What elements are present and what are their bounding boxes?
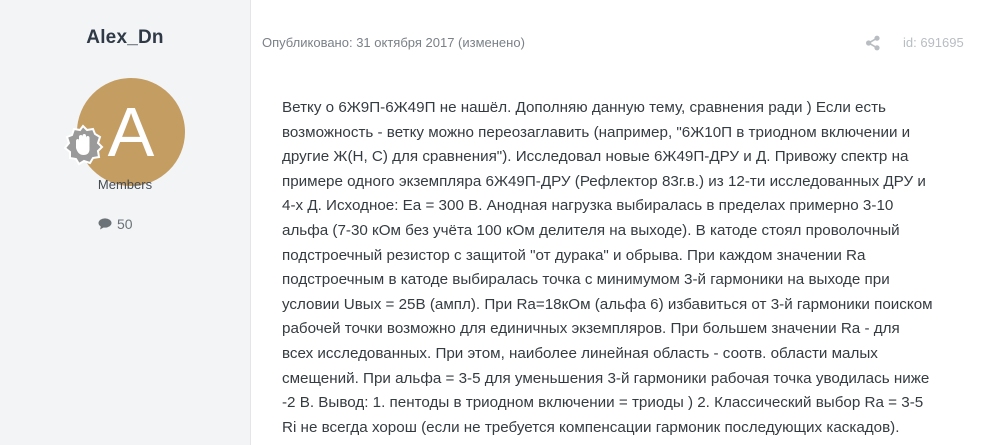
post-line: условии Uвых = 25В (ампл). При Ra=18кОм … xyxy=(282,295,933,313)
author-panel: Alex_Dn A Members 50 xyxy=(0,0,251,445)
post-line: смещений. При альфа = 3-5 для уменьшения… xyxy=(282,369,930,387)
post-line: альфа (7-30 кОм без учёта 100 кОм делите… xyxy=(282,221,900,239)
post-content: Ветку о 6Ж9П-6Ж49П не нашёл. Дополняю да… xyxy=(282,96,992,440)
hand-badge-icon xyxy=(63,124,104,166)
post-line: подстроечный резистор с защитой "от дура… xyxy=(282,246,866,264)
post-line: Ветку о 6Ж9П-6Ж49П не нашёл. Дополняю да… xyxy=(282,99,886,116)
post-meta[interactable]: Опубликовано: 31 октября 2017 (изменено) xyxy=(262,35,525,50)
post-count-value: 50 xyxy=(117,216,133,232)
post-line: другие Ж(Н, С) для сравнения"). Исследов… xyxy=(282,148,909,166)
share-icon[interactable] xyxy=(865,35,881,51)
post-line: Ri не всегда хорош (если не требуется ко… xyxy=(282,418,900,436)
post-line: примере одного экземпляра 6Ж49П-ДРУ (Реф… xyxy=(282,172,926,190)
post-id: id: 691695 xyxy=(903,35,964,50)
post-body: Опубликовано: 31 октября 2017 (изменено)… xyxy=(251,0,1000,445)
post-line: 4-х Д. Исходное: Еа = 300 В. Анодная наг… xyxy=(282,197,894,215)
member-group: Members xyxy=(97,177,153,192)
post-line: рабочей точки возможно для единичных экз… xyxy=(282,320,900,338)
forum-post: Alex_Dn A Members 50 Опубликовано: 31 ок… xyxy=(0,0,1000,445)
post-line: -2 В. Вывод: 1. пентоды в триодном включ… xyxy=(282,394,924,412)
post-line: всех исследованных. При этом, наиболее л… xyxy=(282,344,878,362)
author-name-link[interactable]: Alex_Dn xyxy=(0,27,250,49)
post-count[interactable]: 50 xyxy=(98,216,133,232)
avatar-letter: A xyxy=(107,93,155,171)
post-line: подстроечным в катоде выбиралась точка с… xyxy=(282,271,890,289)
comment-icon xyxy=(98,218,112,230)
post-line: возможность - ветку можно переозаглавить… xyxy=(282,123,911,141)
